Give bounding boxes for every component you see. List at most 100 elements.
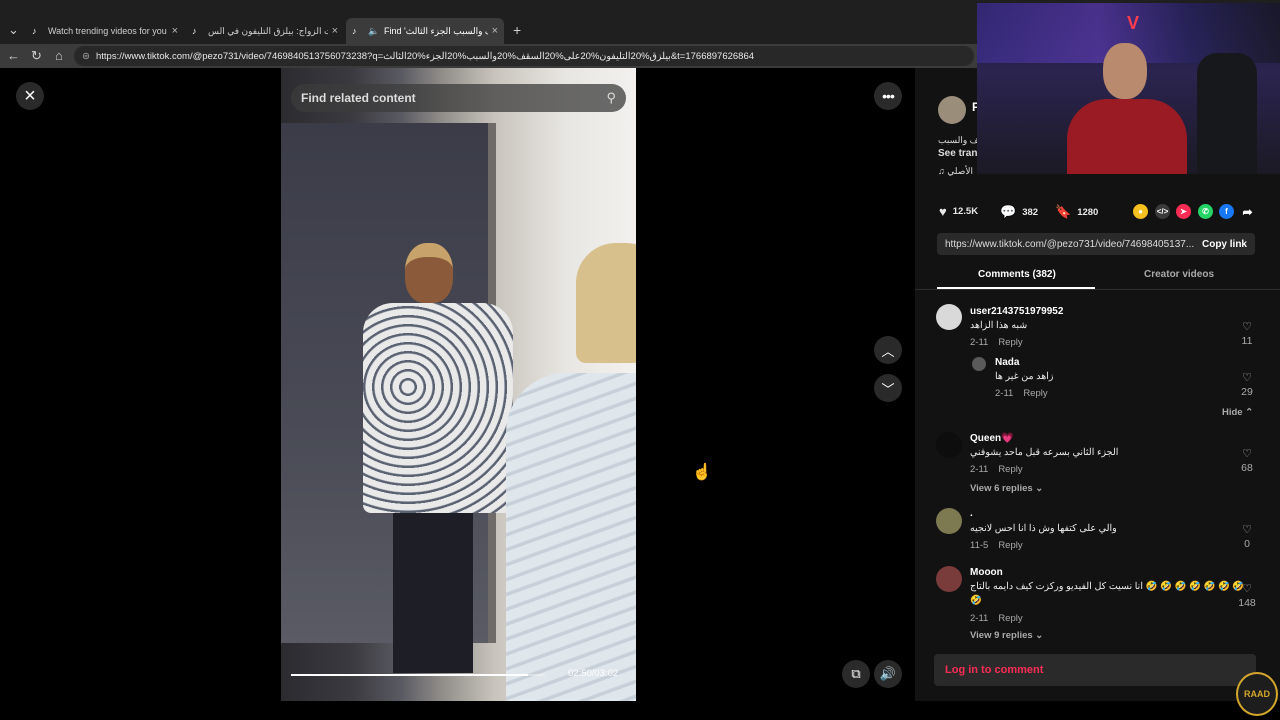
- send-icon[interactable]: ➤: [1176, 204, 1191, 219]
- active-tab-indicator: [937, 287, 1095, 289]
- author-avatar[interactable]: [938, 96, 966, 124]
- heart-icon: ♥: [939, 204, 947, 219]
- search-placeholder: Find related content: [301, 91, 416, 105]
- hide-replies-button[interactable]: Hide ⌃: [1222, 407, 1253, 418]
- tab-comments[interactable]: Comments (382): [978, 269, 1056, 280]
- coin-share-icon[interactable]: ●: [1133, 204, 1148, 219]
- reply-button[interactable]: Reply: [998, 464, 1022, 475]
- see-translation-link[interactable]: See tran: [938, 148, 977, 159]
- heart-outline-icon: ♡: [1242, 524, 1252, 536]
- pip-icon: ⧉: [851, 666, 861, 681]
- video-groom-figure: [363, 243, 513, 673]
- comment-date: 11-5: [970, 540, 989, 551]
- back-arrow-icon[interactable]: ←: [7, 48, 20, 63]
- avatar[interactable]: [936, 508, 962, 534]
- tiktok-icon: ♪: [352, 26, 357, 36]
- new-tab-button[interactable]: +: [513, 22, 521, 38]
- volume-button[interactable]: 🔊: [874, 660, 902, 688]
- bookmark-icon: 🔖: [1055, 204, 1072, 219]
- comment-meta: 2-11 Reply: [970, 464, 1023, 475]
- reload-icon[interactable]: ↻: [31, 48, 42, 64]
- comment-date: 2-11: [995, 388, 1014, 399]
- save-count: 1280: [1077, 206, 1099, 218]
- like-button[interactable]: ♥ 12.5K: [939, 204, 978, 219]
- copy-link-button[interactable]: Copy link: [1202, 239, 1247, 250]
- reply-button[interactable]: Reply: [998, 337, 1022, 348]
- tiktok-icon: ♪: [192, 26, 197, 36]
- comment-username[interactable]: Queen💗: [970, 433, 1014, 444]
- avatar[interactable]: [936, 432, 962, 458]
- avatar[interactable]: [936, 566, 962, 592]
- find-related-search[interactable]: Find related content ⚲: [291, 84, 626, 112]
- comment-like-button[interactable]: ♡ 68: [1235, 447, 1259, 474]
- reply-button[interactable]: Reply: [998, 540, 1022, 551]
- tab-title: Watch trending videos for you | Tik: [48, 26, 168, 36]
- comment-like-count: 0: [1244, 538, 1250, 550]
- close-tab-icon[interactable]: ×: [332, 25, 338, 37]
- comment-like-button[interactable]: ♡ 0: [1235, 523, 1259, 550]
- floating-player-button[interactable]: ⧉: [842, 660, 870, 688]
- speaker-icon: 🔊: [879, 666, 897, 681]
- comment-username[interactable]: Mooon: [970, 567, 1003, 578]
- avatar[interactable]: [972, 357, 986, 371]
- close-video-button[interactable]: ×: [16, 82, 44, 110]
- comment-meta: 2-11 Reply: [970, 337, 1023, 348]
- view-replies-button[interactable]: View 9 replies ⌄: [970, 630, 1043, 640]
- comment-date: 2-11: [970, 337, 989, 348]
- comment-text: زاهد من غير ها: [995, 371, 1054, 382]
- comment-like-button[interactable]: ♡ 11: [1235, 320, 1259, 347]
- facebook-icon[interactable]: f: [1219, 204, 1234, 219]
- comment-like-button[interactable]: ♡ 148: [1235, 582, 1259, 609]
- video-player[interactable]: [281, 68, 636, 701]
- music-link[interactable]: ♫ الأصلي: [938, 166, 973, 177]
- search-icon[interactable]: ⚲: [606, 90, 616, 106]
- comment-like-button[interactable]: ♡ 29: [1235, 371, 1259, 398]
- next-video-button[interactable]: ﹀: [874, 374, 902, 402]
- close-tab-icon[interactable]: ×: [172, 25, 178, 37]
- more-options-button[interactable]: •••: [874, 82, 902, 110]
- home-icon[interactable]: ⌂: [55, 48, 63, 63]
- comment-text: شبه هذا الزاهد: [970, 320, 1028, 331]
- avatar[interactable]: [936, 304, 962, 330]
- chevron-up-icon: ︿: [881, 343, 895, 359]
- video-progress-bar[interactable]: [291, 674, 545, 676]
- video-progress-fill: [291, 674, 529, 676]
- login-to-comment-button[interactable]: Log in to comment: [934, 654, 1256, 686]
- url-text: https://www.tiktok.com/@pezo731/video/74…: [95, 50, 755, 62]
- comment-username[interactable]: user2143751979952: [970, 306, 1063, 317]
- tab-list-chevron-icon[interactable]: ⌄: [8, 22, 19, 38]
- comment-button[interactable]: 💬 382: [1000, 204, 1038, 220]
- comment-username[interactable]: .: [970, 508, 973, 519]
- reply-button[interactable]: Reply: [1023, 388, 1047, 399]
- tab-creator-videos[interactable]: Creator videos: [1144, 269, 1214, 280]
- comment-text-continued: 🤣: [970, 595, 982, 606]
- comment-like-count: 11: [1241, 335, 1253, 347]
- previous-video-button[interactable]: ︿: [874, 336, 902, 364]
- raad-badge-logo: RAAD: [1236, 672, 1278, 716]
- whatsapp-icon[interactable]: ✆: [1198, 204, 1213, 219]
- browser-tab-marriage[interactable]: ♪ مفاجآت الزواج: بيلزق التليفون في الس ×: [186, 18, 344, 44]
- comment-date: 2-11: [970, 613, 989, 624]
- tab-title: Find 'سقف والسبب الجزء الثالث': [384, 25, 488, 36]
- copy-link-field: https://www.tiktok.com/@pezo731/video/74…: [937, 233, 1255, 255]
- share-arrow-icon[interactable]: ➦: [1240, 204, 1255, 219]
- reply-button[interactable]: Reply: [998, 613, 1022, 624]
- embed-icon[interactable]: </>: [1155, 204, 1170, 219]
- browser-tab-trending[interactable]: ♪ Watch trending videos for you | Tik ×: [26, 18, 184, 44]
- browser-tab-find[interactable]: ♪ 🔈 Find 'سقف والسبب الجزء الثالث' ×: [346, 18, 504, 44]
- video-time: 02:50/03:02: [568, 668, 619, 679]
- site-info-icon[interactable]: ⊜: [82, 51, 90, 62]
- streamer-webcam-overlay: V: [977, 3, 1280, 174]
- video-link-url: https://www.tiktok.com/@pezo731/video/74…: [945, 238, 1195, 250]
- comment-like-count: 148: [1238, 597, 1256, 609]
- view-replies-button[interactable]: View 6 replies ⌄: [970, 483, 1043, 494]
- tiktok-icon: ♪: [32, 26, 37, 36]
- close-tab-icon[interactable]: ×: [492, 25, 498, 37]
- comment-meta: 11-5 Reply: [970, 540, 1023, 551]
- url-field[interactable]: ⊜ https://www.tiktok.com/@pezo731/video/…: [74, 46, 974, 66]
- comment-text: والي على كتفها وش ذا انا احس لانجيه: [970, 523, 1117, 534]
- comment-username[interactable]: Nada: [995, 357, 1019, 368]
- save-button[interactable]: 🔖 1280: [1055, 204, 1098, 220]
- mouse-cursor-icon: ☝: [692, 464, 712, 481]
- comment-like-count: 29: [1241, 386, 1253, 398]
